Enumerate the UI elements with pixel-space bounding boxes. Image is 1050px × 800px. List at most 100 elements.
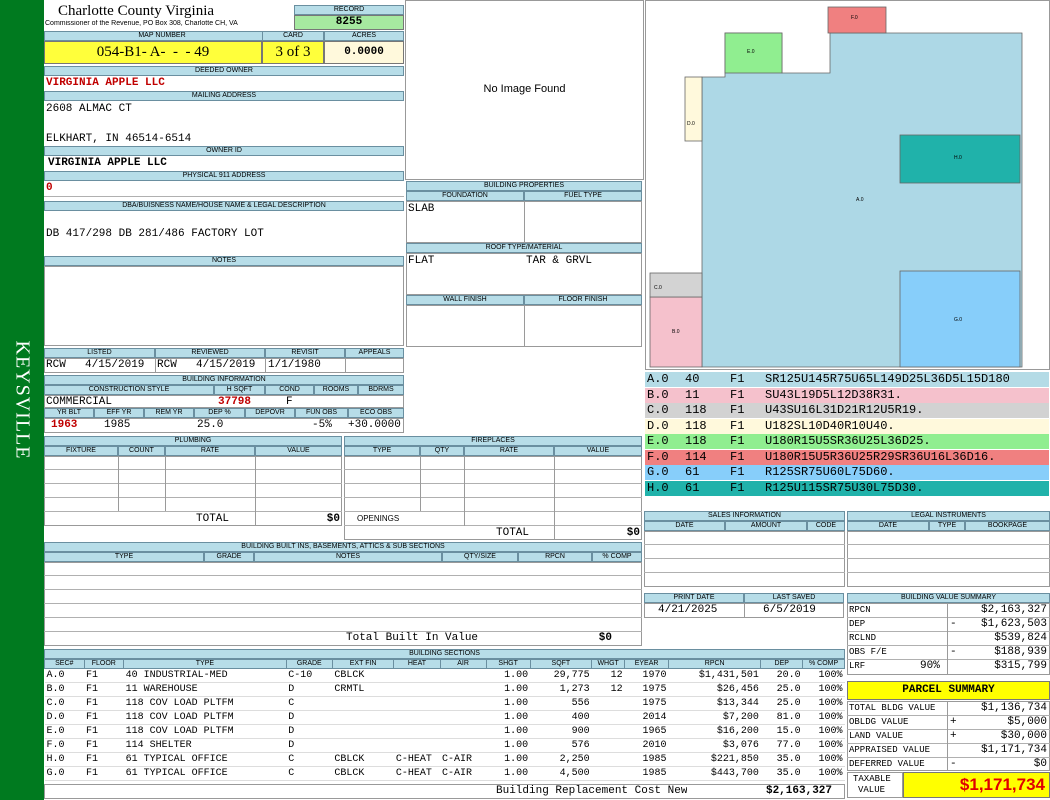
sections-cell: F1 xyxy=(84,752,124,767)
county-title: Charlotte County Virginia xyxy=(58,3,215,19)
physical-address: 0 xyxy=(46,182,53,194)
sketch-section-code: 61 xyxy=(685,480,700,495)
sketch-section-code: 114 xyxy=(685,449,707,464)
openings-label: OPENINGS xyxy=(357,514,400,523)
functional-obs: -5% xyxy=(312,419,332,431)
sketch-section-sec: F.0 xyxy=(647,449,669,464)
sections-cell: 1,273 xyxy=(530,682,592,697)
sections-cell: C-HEAT xyxy=(393,766,441,781)
listed-label: LISTED xyxy=(44,348,155,358)
sketch-section-sec: D.0 xyxy=(647,418,669,433)
sections-cell: CRMTL xyxy=(332,682,394,697)
sections-cell: $221,850 xyxy=(668,752,761,767)
building-properties-title: BUILDING PROPERTIES xyxy=(406,181,642,191)
sketch-shape-d xyxy=(684,76,703,142)
sections-cell: 35.0 xyxy=(760,752,803,767)
sections-cell: 576 xyxy=(530,738,592,753)
sections-cell: 61 TYPICAL OFFICE xyxy=(123,766,287,781)
obldg-label: OBLDG VALUE xyxy=(849,717,909,727)
roof-label: ROOF TYPE/MATERIAL xyxy=(406,243,642,253)
sketch-section-row: G.0 61 F1 R125SR75U60L75D60. xyxy=(645,465,1049,480)
dep-value-label: DEP xyxy=(849,619,866,629)
construction-label: CONSTRUCTION STYLE xyxy=(44,385,214,395)
sections-cell: F1 xyxy=(84,668,124,683)
sections-cell: 1970 xyxy=(624,668,669,683)
floor-finish-label: FLOOR FINISH xyxy=(524,295,642,305)
sections-cell xyxy=(440,668,487,683)
roof-material: TAR & GRVL xyxy=(526,255,593,267)
sections-cell xyxy=(332,696,394,711)
sections-cell: 100% xyxy=(802,738,845,753)
taxable-value: $1,171,734 xyxy=(903,772,1050,798)
reviewed-label: REVIEWED xyxy=(155,348,265,358)
rooms-label: ROOMS xyxy=(314,385,358,395)
sketch-section-sec: H.0 xyxy=(647,480,669,495)
sales-date-label: DATE xyxy=(644,521,725,531)
notes-area xyxy=(44,266,404,346)
fireplaces-title: FIREPLACES xyxy=(344,436,642,446)
fireplace-qty-label: QTY xyxy=(420,446,464,456)
legal-grid xyxy=(847,531,1050,587)
sections-cell: 1.00 xyxy=(486,668,531,683)
economic-obs: +30.0000 xyxy=(348,419,401,431)
sections-cell: 100% xyxy=(802,696,845,711)
sections-cell: 100% xyxy=(802,766,845,781)
sections-cell xyxy=(591,766,625,781)
sections-cell xyxy=(332,724,394,739)
sketch-section-floor: F1 xyxy=(730,403,745,417)
sections-cell: $7,200 xyxy=(668,710,761,725)
fireplace-total: $0 xyxy=(626,527,640,539)
sections-cell: 4,500 xyxy=(530,766,592,781)
sections-cell xyxy=(393,710,441,725)
sections-cell: D xyxy=(286,682,333,697)
sections-cell: C-10 xyxy=(286,668,333,683)
building-sections-title: BUILDING SECTIONS xyxy=(44,649,845,659)
sections-cell: F1 xyxy=(84,682,124,697)
sections-cell: 35.0 xyxy=(760,766,803,781)
plumbing-rate-label: RATE xyxy=(165,446,255,456)
fireplace-type-label: TYPE xyxy=(344,446,420,456)
legal-description: DB 417/298 DB 281/486 FACTORY LOT xyxy=(46,228,264,240)
lrf-label: LRF xyxy=(849,661,866,671)
sections-cell: F1 xyxy=(84,710,124,725)
sections-cell: D.0 xyxy=(44,710,85,725)
sections-cell: 15.0 xyxy=(760,724,803,739)
plumbing-title: PLUMBING xyxy=(44,436,342,446)
sections-cell: 1975 xyxy=(624,696,669,711)
effyr-label: EFF YR xyxy=(94,408,144,418)
sections-header-cell: RPCN xyxy=(668,659,762,669)
sections-cell: C-AIR xyxy=(440,752,487,767)
owner-id-label: OWNER ID xyxy=(44,146,404,156)
building-sketch: A.0 B.0 C.0 D.0 E.0 F.0 G.0 H.0 xyxy=(649,6,1023,368)
deferred-label: DEFERRED VALUE xyxy=(849,759,925,769)
sections-cell: C.0 xyxy=(44,696,85,711)
sketch-label-e: E.0 xyxy=(747,49,755,55)
sections-cell: 1.00 xyxy=(486,738,531,753)
sections-cell: 1.00 xyxy=(486,724,531,739)
sketch-label-h: H.0 xyxy=(954,155,962,161)
appraised-label: APPRAISED VALUE xyxy=(849,745,931,755)
sketch-section-row: B.0 11 F1 SU43L19D5L12D38R31. xyxy=(645,387,1049,403)
sections-cell: 1985 xyxy=(624,752,669,767)
sections-cell: 1975 xyxy=(624,682,669,697)
sketch-section-path: U43SU16L31D21R12U5R19. xyxy=(765,403,924,417)
effective-year: 1985 xyxy=(104,419,131,431)
table-row: H.0 F1 61 TYPICAL OFFICE C CBLCK C-HEAT C-AIR 1… xyxy=(44,752,845,767)
sections-cell: 114 SHELTER xyxy=(123,738,287,753)
sidebar: KEYSVILLE xyxy=(0,0,44,800)
dep-label: DEP % xyxy=(194,408,245,418)
sections-cell: C-HEAT xyxy=(393,752,441,767)
foundation-label: FOUNDATION xyxy=(406,191,524,201)
sections-header-cell: EYEAR xyxy=(624,659,670,669)
card-number: 3 of 3 xyxy=(262,41,324,64)
obs-sign: - xyxy=(950,646,957,658)
card-label: CARD xyxy=(262,31,324,41)
sketch-section-floor: F1 xyxy=(730,387,745,402)
sections-header-cell: % COMP xyxy=(802,659,845,669)
sections-cell: 1.00 xyxy=(486,766,531,781)
listed-by: RCW xyxy=(46,359,66,371)
plumbing-total: $0 xyxy=(326,513,340,525)
plumbing-fixture-label: FIXTURE xyxy=(44,446,118,456)
reviewed-by: RCW xyxy=(157,359,177,371)
deeded-owner-label: DEEDED OWNER xyxy=(44,66,404,76)
